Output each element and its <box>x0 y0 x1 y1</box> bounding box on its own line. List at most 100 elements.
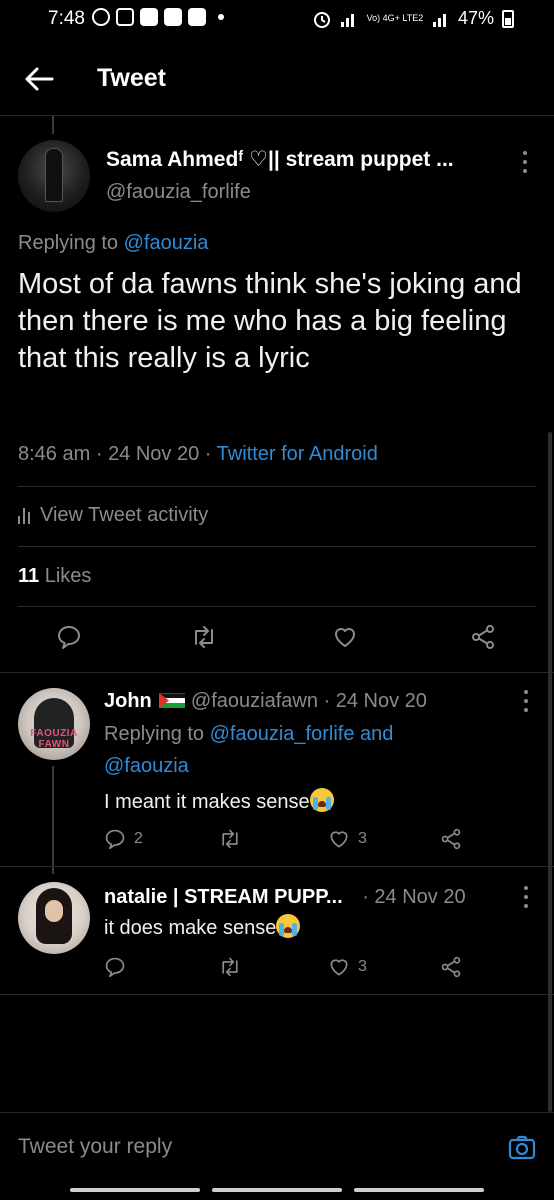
status-bar: 7:48 Vo) 4G+ LTE2 47% <box>0 0 554 42</box>
replying-prefix: Replying to <box>104 723 205 745</box>
comment-icon <box>105 957 125 978</box>
share-button[interactable] <box>440 828 462 850</box>
mail-icon <box>188 8 206 26</box>
likes-count[interactable]: 11 Likes <box>18 565 91 588</box>
system-icons: Vo) 4G+ LTE2 47% <box>312 8 514 29</box>
notification-icons <box>92 8 224 26</box>
avatar[interactable] <box>18 140 90 212</box>
tweet-text: Most of da fawns think she's joking and … <box>18 268 522 374</box>
separator: · <box>362 886 369 908</box>
more-options-icon[interactable] <box>522 151 528 173</box>
share-button[interactable] <box>470 624 496 650</box>
more-options-icon[interactable] <box>523 690 529 712</box>
divider <box>18 486 536 487</box>
system-nav-bar <box>0 1182 554 1200</box>
tweet-actions <box>0 624 554 654</box>
divider <box>18 606 536 607</box>
reply-header: John @faouziafawn · 24 Nov 20 <box>104 690 427 713</box>
retweet-button[interactable] <box>218 956 242 978</box>
reply-input[interactable]: Tweet your reply <box>18 1135 172 1159</box>
page-title: Tweet <box>97 64 166 92</box>
reply-date: 24 Nov 20 <box>374 886 466 908</box>
like-button[interactable] <box>332 624 358 650</box>
reply-date: 24 Nov 20 <box>335 690 427 712</box>
nav-handle[interactable] <box>354 1188 484 1192</box>
retweet-icon <box>222 957 238 977</box>
crying-face-emoji-icon <box>309 788 334 812</box>
author-handle[interactable]: @faouzia_forlife <box>106 181 251 204</box>
heart-icon <box>330 959 348 976</box>
author-name[interactable]: Sama Ahmedᶠ ♡|| stream puppet ... <box>106 147 454 172</box>
like-button[interactable]: 3 <box>328 828 367 850</box>
reply-text-content: I meant it makes sense <box>104 791 310 813</box>
tweet-meta: 8:46 am · 24 Nov 20 · Twitter for Androi… <box>18 443 378 466</box>
mention-conjunction: and <box>360 723 394 745</box>
palestine-flag-icon <box>159 693 186 708</box>
signal-icon <box>340 13 354 27</box>
status-time: 7:48 <box>48 8 85 29</box>
reply-text-content: it does make sense <box>104 917 277 939</box>
scrollbar[interactable] <box>548 432 552 1112</box>
signal-icon <box>432 13 446 27</box>
reply-header: natalie | STREAM PUPP... · 24 Nov 20 <box>104 886 466 909</box>
like-count: 3 <box>358 830 367 847</box>
youtube-icon <box>164 8 182 26</box>
separator: · <box>204 443 212 465</box>
nav-handle[interactable] <box>212 1188 342 1192</box>
whatsapp-icon <box>92 8 110 26</box>
divider <box>0 866 554 867</box>
retweet-button[interactable] <box>218 828 242 850</box>
like-button[interactable]: 3 <box>328 956 367 978</box>
replying-prefix: Replying to <box>18 232 119 254</box>
app-header: Tweet <box>0 42 554 116</box>
crying-face-emoji-icon <box>276 914 301 938</box>
likes-label: Likes <box>44 565 92 587</box>
separator: · <box>323 690 331 712</box>
share-icon <box>441 956 461 978</box>
replying-to: Replying to @faouzia <box>18 232 208 255</box>
reply-button[interactable]: 2 <box>104 828 143 850</box>
analytics-icon <box>18 507 30 524</box>
more-options-icon[interactable] <box>523 886 529 908</box>
reply-actions: 2 3 <box>0 828 554 858</box>
share-button[interactable] <box>440 956 462 978</box>
thread-connector <box>52 116 54 134</box>
replying-to: Replying to @faouzia_forlife and @faouzi… <box>104 718 524 782</box>
youtube-icon <box>140 8 158 26</box>
mention-link[interactable]: @faouzia <box>124 232 209 254</box>
avatar-label: FAOUZIA FAWN <box>30 728 78 750</box>
mention-link[interactable]: @faouzia_forlife <box>210 723 355 745</box>
reply-button[interactable] <box>104 956 126 978</box>
reply-author-name[interactable]: natalie | STREAM PUPP... <box>104 886 343 908</box>
tweet-time: 8:46 am <box>18 443 91 465</box>
more-notifications-icon <box>218 14 224 20</box>
avatar[interactable]: FAOUZIA FAWN <box>18 688 90 760</box>
reply-composer: Tweet your reply <box>0 1112 554 1182</box>
mention-link[interactable]: @faouzia <box>104 755 189 777</box>
tweet-source[interactable]: Twitter for Android <box>217 443 378 465</box>
view-activity-button[interactable]: View Tweet activity <box>18 504 208 527</box>
reply-author-name[interactable]: John <box>104 690 152 712</box>
back-arrow-icon[interactable] <box>22 62 56 96</box>
separator: · <box>95 443 103 465</box>
heart-icon <box>330 831 348 848</box>
reply-text: it does make sense <box>104 912 301 944</box>
nav-handle[interactable] <box>70 1188 200 1192</box>
comment-icon <box>105 829 125 850</box>
network-label: Vo) 4G+ LTE2 <box>366 13 424 23</box>
activity-label: View Tweet activity <box>40 504 209 526</box>
alarm-icon <box>313 11 330 28</box>
camera-icon[interactable] <box>508 1133 536 1161</box>
reply-author-handle[interactable]: @faouziafawn <box>191 690 318 712</box>
reply-button[interactable] <box>56 624 82 650</box>
instagram-icon <box>116 8 134 26</box>
battery-icon <box>502 9 514 28</box>
retweet-icon <box>195 626 213 648</box>
avatar[interactable] <box>18 882 90 954</box>
reply-text: I meant it makes sense <box>104 786 334 818</box>
comment-icon <box>58 626 80 649</box>
divider <box>0 672 554 673</box>
retweet-button[interactable] <box>190 624 218 650</box>
like-count: 3 <box>358 958 367 975</box>
likes-number: 11 <box>18 565 40 587</box>
